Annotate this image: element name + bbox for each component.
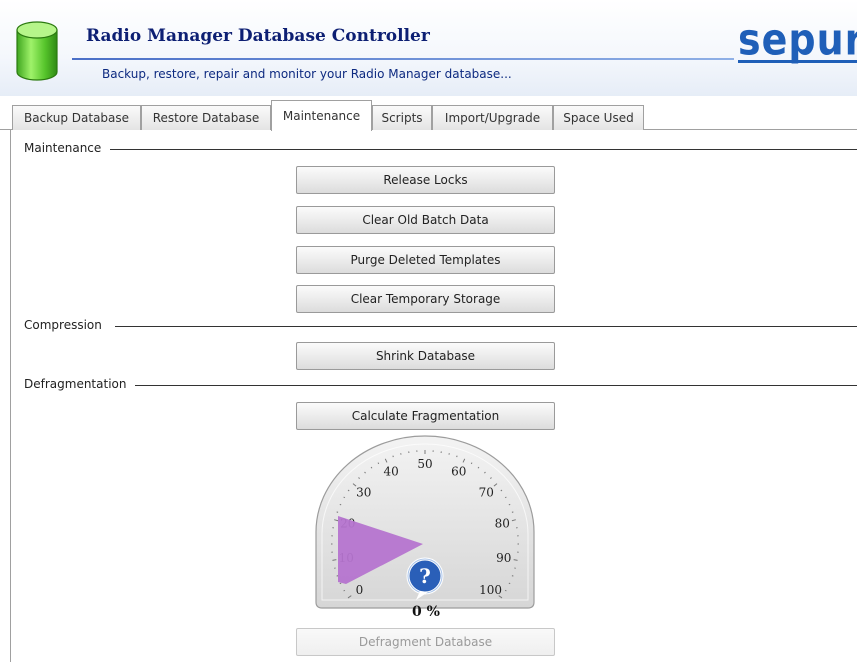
- gauge-tick: [508, 582, 511, 585]
- tab-restore-database[interactable]: Restore Database: [141, 105, 271, 130]
- gauge-tick: [339, 582, 342, 585]
- gauge-tick-label: 30: [356, 486, 371, 500]
- gauge-tick: [504, 496, 507, 499]
- tab-import-upgrade[interactable]: Import/Upgrade: [432, 105, 553, 130]
- gauge-tick: [392, 455, 394, 458]
- release-locks-button[interactable]: Release Locks: [296, 166, 555, 194]
- maintenance-divider: [110, 149, 857, 150]
- tab-bar: Backup Database Restore Database Mainten…: [0, 96, 857, 131]
- gauge-tick-label: 40: [384, 464, 399, 478]
- gauge-tick: [511, 575, 514, 577]
- defragment-database-button: Defragment Database: [296, 628, 555, 656]
- gauge-tick: [508, 503, 511, 506]
- gauge-tick: [377, 462, 380, 465]
- gauge-tick: [456, 455, 458, 458]
- defragmentation-divider: [135, 385, 857, 386]
- svg-text:?: ?: [419, 564, 431, 588]
- gauge-tick: [339, 503, 342, 506]
- shrink-database-button[interactable]: Shrink Database: [296, 342, 555, 370]
- gauge-tick: [336, 575, 339, 577]
- compression-section-label: Compression: [24, 318, 110, 332]
- gauge-tick-label: 60: [451, 464, 466, 478]
- purge-deleted-templates-button[interactable]: Purge Deleted Templates: [296, 246, 555, 274]
- fragmentation-gauge: 0102030405060708090100 ?: [315, 435, 535, 609]
- app-title: Radio Manager Database Controller: [86, 26, 430, 46]
- compression-divider: [115, 326, 857, 327]
- gauge-tick-label: 0: [356, 583, 364, 597]
- tab-space-used[interactable]: Space Used: [553, 105, 644, 130]
- gauge-tick: [504, 589, 507, 592]
- brand-underline: [738, 60, 857, 63]
- gauge-tick-label: 100: [479, 583, 502, 597]
- tab-scripts[interactable]: Scripts: [372, 105, 432, 130]
- gauge-tick: [332, 559, 337, 561]
- gauge-tick: [511, 511, 514, 513]
- gauge-tick: [343, 589, 346, 592]
- gauge-tick-label: 80: [495, 516, 510, 530]
- gauge-tick: [336, 511, 339, 513]
- clear-temporary-storage-button[interactable]: Clear Temporary Storage: [296, 285, 555, 313]
- gauge-tick: [477, 466, 480, 469]
- clear-old-batch-data-button[interactable]: Clear Old Batch Data: [296, 206, 555, 234]
- gauge-tick: [500, 489, 503, 492]
- brand-logo: sepura: [738, 14, 857, 65]
- gauge-tick: [370, 466, 373, 469]
- gauge-tick: [347, 489, 350, 492]
- fragmentation-percent: 0 %: [412, 604, 440, 620]
- tab-maintenance[interactable]: Maintenance: [271, 100, 372, 131]
- gauge-tick-label: 70: [479, 486, 494, 500]
- header-banner: Radio Manager Database Controller Backup…: [0, 0, 857, 96]
- defragmentation-section-label: Defragmentation: [24, 377, 135, 391]
- gauge-tick: [470, 462, 473, 465]
- gauge-tick-label: 50: [417, 457, 432, 471]
- maintenance-section-label: Maintenance: [24, 141, 110, 155]
- calculate-fragmentation-button[interactable]: Calculate Fragmentation: [296, 402, 555, 430]
- title-divider: [72, 58, 734, 60]
- gauge-tick-label: 90: [496, 551, 511, 565]
- gauge-tick: [343, 496, 346, 499]
- app-subtitle: Backup, restore, repair and monitor your…: [102, 67, 512, 81]
- database-icon: [16, 21, 58, 81]
- tab-backup-database[interactable]: Backup Database: [12, 105, 141, 130]
- gauge-tick: [513, 559, 518, 561]
